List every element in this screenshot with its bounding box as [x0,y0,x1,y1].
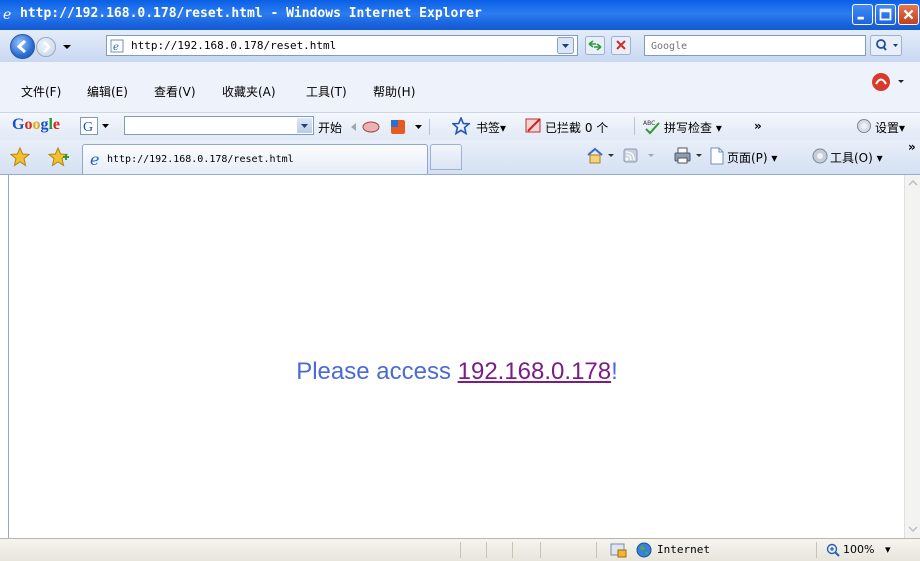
recent-pages-dropdown[interactable] [61,38,73,54]
search-input[interactable] [649,37,853,56]
toolbar-separator [634,117,635,135]
tab-active[interactable]: e http://192.168.0.178/reset.html [82,144,428,174]
arrow-right-icon [43,41,51,53]
menu-file[interactable]: 文件(F) [19,83,63,100]
bookmarks-label: 书签 [476,121,501,135]
message-suffix: ! [611,358,618,385]
ie-logo-icon: e [3,7,11,21]
internet-globe-icon [636,542,652,558]
status-separator [460,542,461,558]
menu-edit[interactable]: 编辑(E) [85,83,130,100]
menu-bar: 文件(F) 编辑(E) 查看(V) 收藏夹(A) 工具(T) 帮助(H) [0,62,920,112]
svg-text:ABC: ABC [643,120,655,127]
command-bar-more[interactable]: » [908,140,916,154]
address-url: http://192.168.0.178/reset.html [131,39,337,52]
menu-favorites[interactable]: 收藏夹(A) [220,83,278,100]
window-title: http://192.168.0.178/reset.html - Window… [20,6,482,21]
tools-menu-label: 工具(O) [830,151,873,165]
page-icon [710,147,724,165]
tab-title: http://192.168.0.178/reset.html [107,154,294,165]
google-menu-button[interactable]: G [80,117,112,135]
tools-menu-button[interactable]: 工具(O) ▾ [830,149,883,166]
access-message: Please access 192.168.0.178! [9,358,905,386]
chevron-down-icon [301,124,308,128]
google-search-start[interactable]: 开始 [318,119,342,136]
vertical-scrollbar[interactable] [904,175,920,538]
svg-text:e: e [113,42,119,53]
print-icon[interactable] [673,146,705,166]
toolbar-extension-icons[interactable] [349,118,439,136]
home-icon[interactable] [586,146,616,166]
pdf-convert-icon[interactable] [870,71,906,93]
menu-tools[interactable]: 工具(T) [304,83,349,100]
address-toolbar: e http://192.168.0.178/reset.html [0,30,920,63]
address-dropdown[interactable] [557,37,574,54]
svg-text:G: G [83,120,93,135]
toolbar-more-button[interactable]: » [754,119,762,133]
status-separator [512,542,513,558]
status-separator [596,542,597,558]
spellcheck-icon: ABC [643,120,660,135]
ip-address-link[interactable]: 192.168.0.178 [458,358,611,385]
zoom-level-button[interactable]: 100% ▾ [843,543,890,556]
scroll-down-icon[interactable] [906,523,920,535]
google-search-input[interactable] [124,116,314,135]
svg-text:e: e [3,7,11,21]
back-button[interactable] [10,34,35,59]
spellcheck-button[interactable]: 拼写检查 ▾ [664,119,722,136]
tab-bar: e http://192.168.0.178/reset.html 页面(P) … [0,140,920,175]
status-bar: Internet 100% ▾ [0,538,920,561]
minimize-button[interactable] [852,4,873,25]
page-menu-button[interactable]: 页面(P) ▾ [727,149,777,166]
protected-mode-icon[interactable] [610,542,628,558]
google-toolbar: Google G 开始 书签▾ 已拦截 0 个 ABC 拼写检查 ▾ » 设置▾ [0,112,920,141]
gear-icon [812,148,828,164]
address-bar[interactable]: e http://192.168.0.178/reset.html [106,35,578,56]
settings-icon [857,119,871,133]
feeds-icon[interactable] [622,146,660,166]
star-bookmark-icon [452,117,470,135]
settings-button[interactable]: 设置▾ [875,119,905,136]
stop-button[interactable] [611,36,631,55]
ie-page-icon: e [110,39,124,53]
status-separator [486,542,487,558]
forward-button[interactable] [36,37,56,57]
page-menu-label: 页面(P) [727,151,768,165]
bookmarks-button[interactable]: 书签▾ [476,119,506,136]
message-prefix: Please access [296,358,458,385]
search-button[interactable] [870,35,902,56]
ie-page-icon: e [90,151,99,167]
title-bar[interactable]: e http://192.168.0.178/reset.html - Wind… [0,0,920,30]
page-content: Please access 192.168.0.178! [8,175,905,538]
status-separator [816,542,817,558]
svg-text:e: e [90,151,99,167]
status-separator [540,542,541,558]
spellcheck-label: 拼写检查 [664,121,713,135]
close-button[interactable] [898,4,919,25]
favorites-star-icon[interactable] [10,147,30,167]
search-box[interactable] [644,35,866,56]
google-logo: Google [12,116,61,133]
zoom-level: 100% [843,543,875,556]
menu-help[interactable]: 帮助(H) [371,83,417,100]
new-tab-button[interactable] [430,144,462,170]
zoom-icon [826,543,840,557]
add-favorite-icon[interactable] [48,147,70,167]
maximize-button[interactable] [875,4,896,25]
popup-blocker-icon [525,118,541,133]
settings-label: 设置 [875,121,900,135]
security-zone: Internet [657,543,710,556]
arrow-left-icon [16,39,27,54]
menu-view[interactable]: 查看(V) [152,83,198,100]
google-search-dropdown[interactable] [297,118,312,133]
popups-blocked[interactable]: 已拦截 0 个 [545,119,608,136]
scroll-up-icon[interactable] [906,177,920,189]
refresh-button[interactable] [585,36,605,55]
